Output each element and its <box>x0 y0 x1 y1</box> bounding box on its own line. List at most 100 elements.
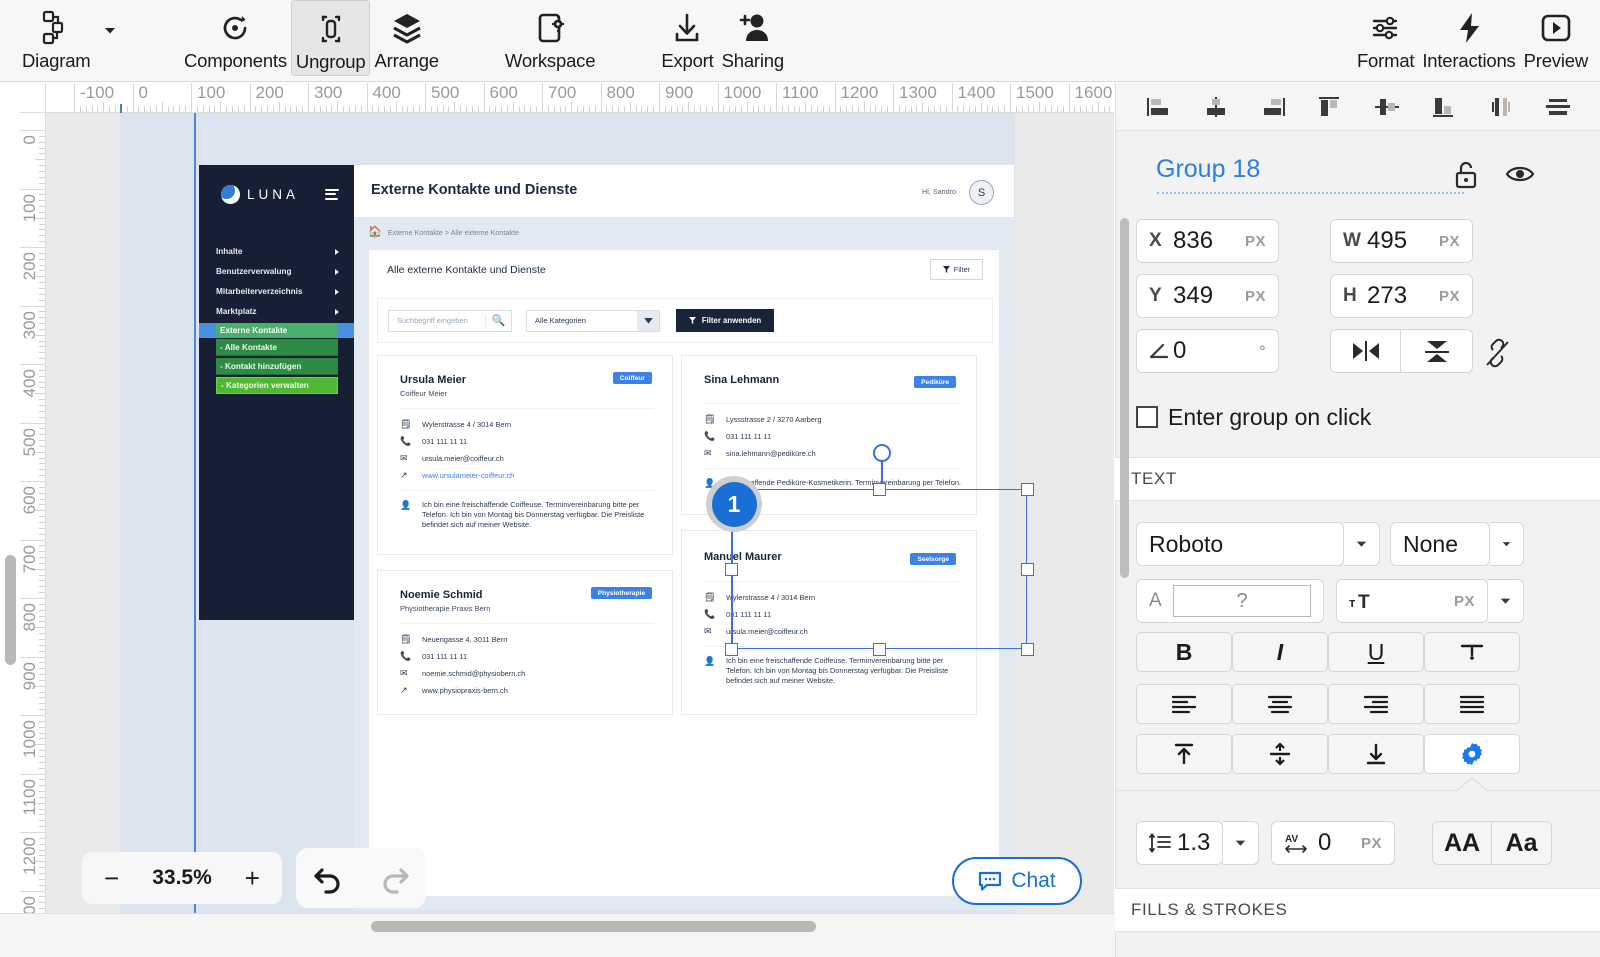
filter-button[interactable]: Filter <box>930 259 983 280</box>
toolbar-item-diagram[interactable]: Diagram <box>18 0 95 74</box>
flip-vertical-icon[interactable] <box>1401 329 1473 373</box>
mock-nav-marktplatz[interactable]: Marktplatz <box>216 305 339 318</box>
text-align-right-icon[interactable] <box>1328 684 1424 724</box>
text-color-swatch[interactable]: ? <box>1173 585 1311 617</box>
artboard[interactable]: LUNA Inhalte Benutzerverwalung Mitarbeit… <box>120 113 1015 913</box>
align-top-icon[interactable] <box>1310 90 1350 124</box>
annotation-badge[interactable]: 1 <box>706 476 762 532</box>
vertical-align-top-icon[interactable] <box>1136 734 1232 774</box>
toolbar-item-export[interactable]: Export <box>657 0 717 74</box>
resize-handle-bottom-center[interactable] <box>873 643 886 656</box>
distribute-horizontal-icon[interactable] <box>1481 90 1521 124</box>
mock-logo-row[interactable]: LUNA <box>221 182 339 206</box>
width-field[interactable]: W 495 PX <box>1330 219 1473 263</box>
inspector-scrollbar[interactable] <box>1120 218 1129 578</box>
text-align-justify-icon[interactable] <box>1424 684 1520 724</box>
toolbar-item-format[interactable]: Format <box>1353 0 1418 74</box>
align-right-icon[interactable] <box>1253 90 1293 124</box>
font-family-dropdown-arrow[interactable] <box>1344 522 1380 566</box>
underline-button[interactable]: U <box>1328 632 1424 672</box>
toolbar-item-ungroup[interactable]: Ungroup <box>291 0 371 76</box>
height-field[interactable]: H 273 PX <box>1330 274 1473 318</box>
contact-card[interactable]: Manuel Maurer Seelsorge 🗒 Wylerstrasse 4… <box>681 530 977 715</box>
vertical-align-bottom-icon[interactable] <box>1328 734 1424 774</box>
resize-handle-bottom-left[interactable] <box>725 643 738 656</box>
category-select[interactable]: Alle Kategorien <box>526 310 660 332</box>
contact-card[interactable]: Noemie Schmid Physiotherapie Praxis Bern… <box>377 570 673 715</box>
enter-group-checkbox[interactable] <box>1136 406 1158 428</box>
hamburger-menu-icon[interactable] <box>325 189 339 200</box>
home-icon[interactable]: 🏠 <box>368 227 382 238</box>
unlock-icon[interactable] <box>1452 160 1480 190</box>
height-field-value[interactable]: 273 <box>1367 282 1439 310</box>
undo-arrow-icon[interactable] <box>311 861 347 895</box>
resize-handle-middle-left[interactable] <box>725 563 738 576</box>
mock-nav-alle-kontakte[interactable]: - Alle Kontakte <box>216 339 338 356</box>
toolbar-item-arrange[interactable]: Arrange <box>370 0 442 74</box>
font-size-dropdown-arrow[interactable] <box>1488 579 1524 623</box>
mock-nav-kontakt-hinzufuegen[interactable]: - Kontakt hinzufügen <box>216 358 338 375</box>
chat-button[interactable]: Chat <box>952 857 1082 905</box>
strikethrough-icon[interactable] <box>1424 632 1520 672</box>
dropdown-caret-icon[interactable] <box>95 0 125 60</box>
toolbar-item-components[interactable]: Components <box>180 0 291 74</box>
text-align-center-icon[interactable] <box>1232 684 1328 724</box>
uppercase-button[interactable]: AA <box>1432 821 1492 865</box>
line-height-value[interactable]: 1.3 <box>1177 829 1210 857</box>
contact-website[interactable]: www.ursulameier-coiffeur.ch <box>422 470 514 481</box>
selection-rotate-knob[interactable] <box>873 444 891 462</box>
capitalize-button[interactable]: Aa <box>1492 821 1552 865</box>
y-field[interactable]: Y 349 PX <box>1136 274 1279 318</box>
letter-spacing-field[interactable]: AV 0 PX <box>1271 821 1395 865</box>
align-middle-vertical-icon[interactable] <box>1367 90 1407 124</box>
eye-icon[interactable] <box>1505 162 1535 186</box>
y-field-value[interactable]: 349 <box>1173 282 1245 310</box>
design-canvas[interactable]: LUNA Inhalte Benutzerverwalung Mitarbeit… <box>46 113 1114 913</box>
italic-button[interactable]: I <box>1232 632 1328 672</box>
line-height-dropdown-arrow[interactable] <box>1223 821 1259 865</box>
mock-nav-mitarbeiterverzeichnis[interactable]: Mitarbeiterverzeichnis <box>216 285 339 298</box>
letter-spacing-value[interactable]: 0 <box>1318 829 1361 857</box>
mock-nav-kategorien-verwalten[interactable]: - Kategorien verwalten <box>216 377 338 394</box>
contact-website-row[interactable]: ↗ www.ursulameier-coiffeur.ch <box>400 470 514 481</box>
text-color-field[interactable]: A ? <box>1136 579 1324 623</box>
zoom-in-button[interactable]: + <box>245 865 260 891</box>
search-input[interactable]: Suchbegriff eingeben 🔍 <box>388 310 512 332</box>
align-bottom-icon[interactable] <box>1424 90 1464 124</box>
text-align-left-icon[interactable] <box>1136 684 1232 724</box>
mock-nav-benutzerverwalung[interactable]: Benutzerverwalung <box>216 265 339 278</box>
distribute-vertical-icon[interactable] <box>1538 90 1578 124</box>
mock-nav-externe-kontakte[interactable]: Externe Kontakte <box>216 323 338 338</box>
align-center-horizontal-icon[interactable] <box>1196 90 1236 124</box>
align-left-icon[interactable] <box>1139 90 1179 124</box>
page-vertical-scrollbar[interactable] <box>5 555 16 665</box>
gear-icon[interactable] <box>1424 734 1520 774</box>
selection-name[interactable]: Group 18 <box>1156 155 1260 184</box>
resize-handle-middle-right[interactable] <box>1021 563 1034 576</box>
zoom-out-button[interactable]: − <box>104 865 119 891</box>
toolbar-item-workspace[interactable]: Workspace <box>501 0 599 74</box>
contact-website[interactable]: www.physiopraxis-bern.ch <box>422 685 508 696</box>
x-field[interactable]: X 836 PX <box>1136 219 1279 263</box>
aspect-ratio-unlinked-icon[interactable] <box>1482 338 1512 368</box>
horizontal-ruler[interactable]: -100010020030040050060070080090010001100… <box>46 83 1114 113</box>
contact-website-row[interactable]: ↗ www.physiopraxis-bern.ch <box>400 685 508 696</box>
redo-arrow-icon[interactable] <box>376 861 412 895</box>
resize-handle-bottom-right[interactable] <box>1021 643 1034 656</box>
resize-handle-top-right[interactable] <box>1021 483 1034 496</box>
toolbar-item-preview[interactable]: Preview <box>1520 0 1592 74</box>
search-icon[interactable]: 🔍 <box>485 314 511 327</box>
font-style-dropdown-arrow[interactable] <box>1490 522 1524 566</box>
mock-nav-inhalte[interactable]: Inhalte <box>216 245 339 258</box>
flip-horizontal-icon[interactable] <box>1330 329 1401 373</box>
avatar[interactable]: S <box>969 180 994 205</box>
vertical-align-middle-icon[interactable] <box>1232 734 1328 774</box>
toolbar-item-interactions[interactable]: Interactions <box>1418 0 1519 74</box>
apply-filter-button[interactable]: Filter anwenden <box>676 309 774 332</box>
resize-handle-top-center[interactable] <box>873 483 886 496</box>
contact-card[interactable]: Ursula Meier Coiffeur Meier Coiffeur 🗒 W… <box>377 355 673 555</box>
toolbar-item-sharing[interactable]: Sharing <box>718 0 788 74</box>
bold-button[interactable]: B <box>1136 632 1232 672</box>
line-height-field[interactable]: 1.3 <box>1136 821 1223 865</box>
x-field-value[interactable]: 836 <box>1173 227 1245 255</box>
